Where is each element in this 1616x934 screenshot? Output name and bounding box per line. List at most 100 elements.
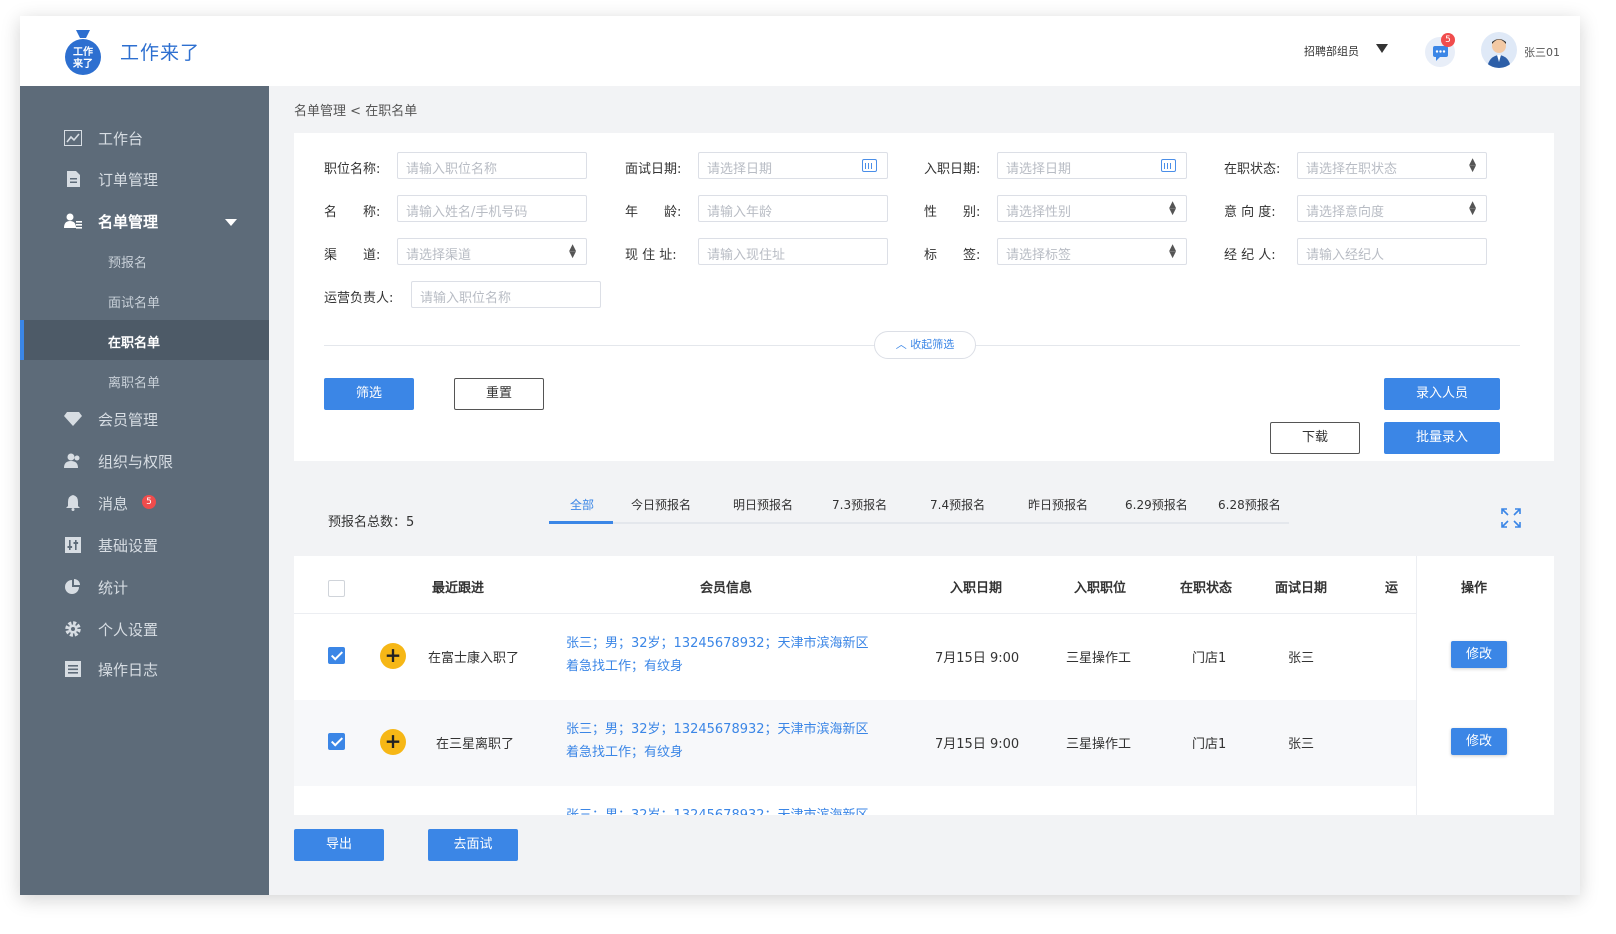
sidebar-item-messages[interactable]: 消息 5 <box>20 483 269 523</box>
edit-button[interactable]: 修改 <box>1451 641 1507 668</box>
plus-icon[interactable]: + <box>380 729 406 755</box>
breadcrumb-parent[interactable]: 名单管理 <box>294 104 346 119</box>
sidebar-item-label: 操作日志 <box>98 661 159 679</box>
breadcrumb-current: 在职名单 <box>365 104 418 119</box>
tab-yesterday[interactable]: 昨日预报名 <box>1028 496 1088 513</box>
sidebar-item-list-management[interactable]: 名单管理 <box>20 201 269 241</box>
sidebar-item-basic-settings[interactable]: 基础设置 <box>20 525 269 565</box>
member-info[interactable]: 张三；男；32岁；13245678932；天津市滨海新区 <box>566 804 869 815</box>
sidebar-item-label: 名单管理 <box>98 213 159 231</box>
sidebar-item-orders[interactable]: 订单管理 <box>20 159 269 199</box>
edit-button[interactable]: 修改 <box>1451 728 1507 755</box>
settings-panel-icon <box>65 537 81 553</box>
sidebar-sub-resigned-list[interactable]: 离职名单 <box>20 360 269 400</box>
filter-button[interactable]: 筛选 <box>324 378 414 410</box>
sidebar-sub-pre-register[interactable]: 预报名 <box>20 240 269 280</box>
tab-all[interactable]: 全部 <box>570 496 594 513</box>
employee-table: 最近跟进 会员信息 入职日期 入职职位 在职状态 面试日期 运 + 在富士康入职… <box>294 556 1554 815</box>
go-interview-button[interactable]: 去面试 <box>428 829 518 861</box>
pie-chart-icon <box>65 579 80 594</box>
tab-6-29[interactable]: 6.29预报名 <box>1125 496 1188 513</box>
filter-label: 意 向 度: <box>1224 205 1276 220</box>
employment-status: 门店1 <box>1192 651 1227 666</box>
pre-register-total: 预报名总数：5 <box>328 515 415 530</box>
agent-input[interactable]: 请输入经纪人 <box>1297 238 1487 265</box>
sidebar-item-org-permissions[interactable]: 组织与权限 <box>20 441 269 481</box>
role-selector[interactable]: 招聘部组员 <box>1304 43 1359 59</box>
table-row[interactable]: + 在三星离职了 张三；男；32岁；13245678932；天津市滨海新区 着急找… <box>294 700 1554 786</box>
interview-date-picker[interactable]: 请选择日期 <box>698 152 888 179</box>
select-all-checkbox[interactable] <box>328 580 345 597</box>
message-badge: 5 <box>142 495 156 509</box>
recent-follow-up: 在三星离职了 <box>436 737 515 752</box>
app-window: 工作 来了 工作来了 招聘部组员 5 张三01 工作台 订单管理 名单管理 预报… <box>20 16 1580 895</box>
caret-down-icon[interactable] <box>1376 44 1388 53</box>
member-info[interactable]: 张三；男；32岁；13245678932；天津市滨海新区 着急找工作；有纹身 <box>566 718 869 764</box>
column-header: 最近跟进 <box>432 581 485 596</box>
filter-label: 面试日期: <box>625 162 682 177</box>
filter-label: 渠 道: <box>324 248 381 263</box>
plus-icon[interactable]: + <box>380 643 406 669</box>
name-phone-input[interactable]: 请输入姓名/手机号码 <box>397 195 587 222</box>
hire-position: 三星操作工 <box>1066 651 1132 666</box>
row-checkbox[interactable] <box>328 647 345 664</box>
fullscreen-icon[interactable] <box>1501 508 1521 528</box>
avatar[interactable] <box>1481 32 1517 68</box>
chevron-up-icon: ︿ <box>895 338 911 351</box>
log-icon <box>65 661 81 677</box>
sidebar: 工作台 订单管理 名单管理 预报名 面试名单 在职名单 离职名单 会员管理 组织… <box>20 86 269 895</box>
sidebar-item-statistics[interactable]: 统计 <box>20 567 269 607</box>
tag-select[interactable]: 请选择标签 ▲ ▼ <box>997 238 1187 265</box>
filter-label: 现 住 址: <box>625 248 677 263</box>
caret-down-icon <box>225 219 237 226</box>
tab-tomorrow[interactable]: 明日预报名 <box>733 496 793 513</box>
sidebar-item-operation-log[interactable]: 操作日志 <box>20 649 269 689</box>
sidebar-item-workbench[interactable]: 工作台 <box>20 118 269 158</box>
interview-date: 张三 <box>1288 737 1315 752</box>
row-checkbox[interactable] <box>328 733 345 750</box>
select-arrows-icon: ▲ ▼ <box>1169 243 1176 260</box>
operator-input[interactable]: 请输入职位名称 <box>411 281 601 308</box>
enroll-person-button[interactable]: 录入人员 <box>1384 378 1500 410</box>
age-input[interactable]: 请输入年龄 <box>698 195 888 222</box>
download-button[interactable]: 下载 <box>1270 422 1360 454</box>
calendar-icon <box>862 159 877 172</box>
tab-indicator <box>549 521 613 524</box>
select-arrows-icon: ▲ ▼ <box>1469 157 1476 174</box>
calendar-icon <box>1161 159 1176 172</box>
sidebar-item-members[interactable]: 会员管理 <box>20 399 269 439</box>
filter-label: 职位名称: <box>324 162 381 177</box>
gender-select[interactable]: 请选择性别 ▲ ▼ <box>997 195 1187 222</box>
tab-today[interactable]: 今日预报名 <box>631 496 691 513</box>
tab-7-3[interactable]: 7.3预报名 <box>832 496 887 513</box>
filter-label: 经 纪 人: <box>1224 248 1276 263</box>
export-button[interactable]: 导出 <box>294 829 384 861</box>
batch-enroll-button[interactable]: 批量录入 <box>1384 422 1500 454</box>
sidebar-sub-employed-list[interactable]: 在职名单 <box>20 320 269 360</box>
employment-status-select[interactable]: 请选择在职状态 ▲ ▼ <box>1297 152 1487 179</box>
logo-icon: 工作 来了 <box>65 30 101 75</box>
channel-select[interactable]: 请选择渠道 ▲ ▼ <box>397 238 587 265</box>
message-count-badge: 5 <box>1441 33 1455 47</box>
hire-position: 三星操作工 <box>1066 737 1132 752</box>
address-input[interactable]: 请输入现住址 <box>698 238 888 265</box>
table-row[interactable]: + 在富士康入职了 张三；男；32岁；13245678932；天津市滨海新区 着急… <box>294 614 1554 700</box>
member-info[interactable]: 张三；男；32岁；13245678932；天津市滨海新区 着急找工作；有纹身 <box>566 632 869 678</box>
reset-button[interactable]: 重置 <box>454 378 544 410</box>
select-arrows-icon: ▲ ▼ <box>569 243 576 260</box>
brand-name: 工作来了 <box>120 42 201 64</box>
document-icon <box>67 171 80 187</box>
collapse-filter-button[interactable]: ︿ 收起筛选 <box>874 331 976 359</box>
column-header: 在职状态 <box>1180 581 1233 596</box>
position-name-input[interactable]: 请输入职位名称 <box>397 152 587 179</box>
action-column: 操作 修改 修改 <box>1416 556 1554 815</box>
hire-date-picker[interactable]: 请选择日期 <box>997 152 1187 179</box>
sidebar-item-personal-settings[interactable]: 个人设置 <box>20 609 269 649</box>
intention-select[interactable]: 请选择意向度 ▲ ▼ <box>1297 195 1487 222</box>
interview-date: 张三 <box>1288 651 1315 666</box>
breadcrumb: 名单管理 < 在职名单 <box>294 100 417 119</box>
table-row[interactable]: 张三；男；32岁；13245678932；天津市滨海新区 <box>294 786 1554 815</box>
sidebar-sub-interview-list[interactable]: 面试名单 <box>20 280 269 320</box>
tab-6-28[interactable]: 6.28预报名 <box>1218 496 1281 513</box>
tab-7-4[interactable]: 7.4预报名 <box>930 496 985 513</box>
